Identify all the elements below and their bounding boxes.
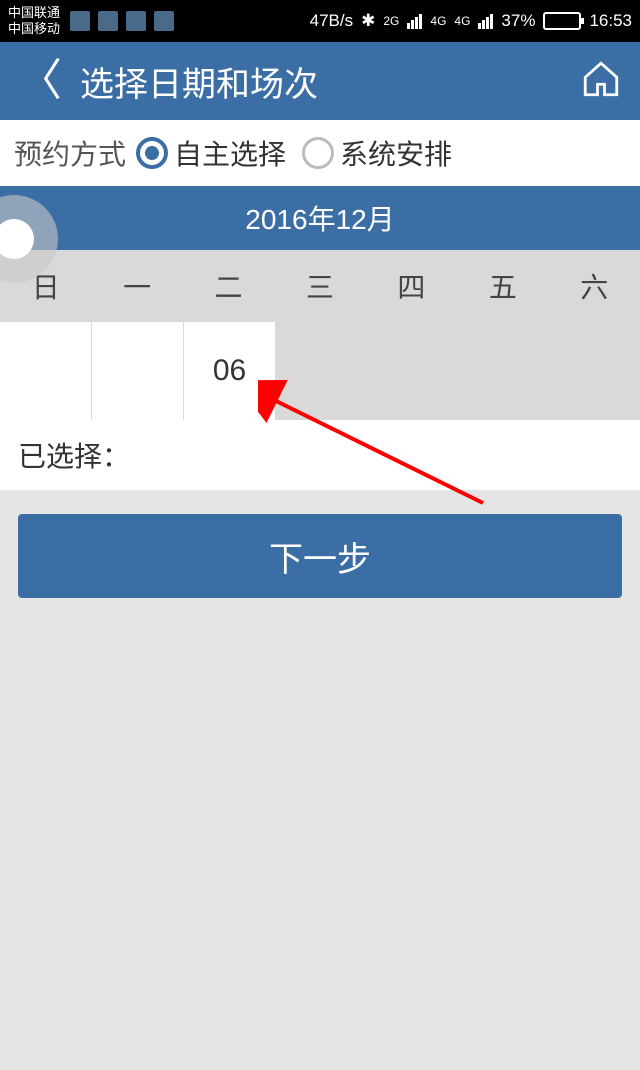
radio-selected-icon bbox=[136, 137, 168, 169]
selected-label: 已选择： bbox=[18, 435, 130, 475]
booking-mode-row: 预约方式 自主选择 系统安排 bbox=[0, 120, 640, 186]
status-app-icons bbox=[70, 11, 174, 31]
calendar-cell-empty-1[interactable] bbox=[0, 322, 92, 420]
carrier-block: 中国联通 中国移动 bbox=[8, 5, 60, 36]
calendar-cell-empty-5 bbox=[458, 322, 549, 420]
weekday-mon: 一 bbox=[91, 250, 182, 322]
month-label: 2016年12月 bbox=[245, 198, 394, 238]
calendar-cell-empty-4 bbox=[367, 322, 458, 420]
network-2g: 2G bbox=[383, 14, 399, 28]
notif-icon-1 bbox=[70, 11, 90, 31]
radio-self-select[interactable]: 自主选择 bbox=[136, 133, 286, 173]
carrier-1: 中国联通 bbox=[8, 5, 60, 21]
page-title: 选择日期和场次 bbox=[80, 57, 580, 106]
title-bar: 〈 选择日期和场次 bbox=[0, 42, 640, 120]
notif-icon-4 bbox=[154, 11, 174, 31]
calendar-cell-empty-2[interactable] bbox=[92, 322, 184, 420]
status-bar: 中国联通 中国移动 47B/s ✱ 2G 4G 4G 37% 16:53 bbox=[0, 0, 640, 42]
month-header: 2016年12月 bbox=[0, 186, 640, 250]
signal-bars-2 bbox=[478, 14, 493, 29]
weekday-thu: 四 bbox=[366, 250, 457, 322]
weekday-tue: 二 bbox=[183, 250, 274, 322]
back-icon[interactable]: 〈 bbox=[18, 59, 62, 103]
selected-row: 已选择： bbox=[0, 420, 640, 490]
weekday-row: 日 一 二 三 四 五 六 bbox=[0, 250, 640, 322]
status-right: 47B/s ✱ 2G 4G 4G 37% 16:53 bbox=[310, 11, 632, 31]
network-4g-1: 4G bbox=[430, 14, 446, 28]
bluetooth-icon: ✱ bbox=[361, 11, 375, 31]
battery-pct: 37% bbox=[501, 11, 535, 31]
radio-system-arrange-label: 系统安排 bbox=[340, 133, 452, 173]
battery-icon bbox=[543, 12, 581, 30]
calendar-cell-empty-6 bbox=[549, 322, 640, 420]
next-button-label: 下一步 bbox=[269, 532, 371, 581]
radio-system-arrange[interactable]: 系统安排 bbox=[302, 133, 452, 173]
weekday-sat: 六 bbox=[549, 250, 640, 322]
signal-bars-1 bbox=[407, 14, 422, 29]
notif-icon-2 bbox=[98, 11, 118, 31]
calendar-date-06: 06 bbox=[213, 354, 246, 388]
calendar-cell-empty-3 bbox=[276, 322, 367, 420]
next-button[interactable]: 下一步 bbox=[18, 514, 622, 598]
home-icon[interactable] bbox=[580, 58, 622, 105]
calendar-row: 06 bbox=[0, 322, 640, 420]
radio-unselected-icon bbox=[302, 137, 334, 169]
carrier-2: 中国移动 bbox=[8, 21, 60, 37]
booking-mode-label: 预约方式 bbox=[14, 133, 126, 173]
radio-self-select-label: 自主选择 bbox=[174, 133, 286, 173]
weekday-fri: 五 bbox=[457, 250, 548, 322]
network-4g-2: 4G bbox=[454, 14, 470, 28]
notif-icon-3 bbox=[126, 11, 146, 31]
next-button-wrap: 下一步 bbox=[0, 490, 640, 622]
data-speed: 47B/s bbox=[310, 11, 353, 31]
clock: 16:53 bbox=[589, 11, 632, 31]
weekday-wed: 三 bbox=[274, 250, 365, 322]
calendar-cell-06[interactable]: 06 bbox=[184, 322, 276, 420]
